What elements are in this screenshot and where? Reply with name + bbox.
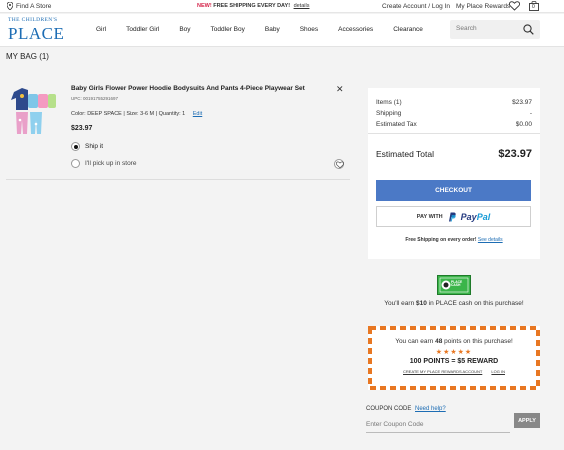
reward-stars-icon: ★★★★★ (435, 349, 473, 356)
coupon-code-input[interactable]: Enter Coupon Code (366, 416, 510, 433)
product-thumbnail-icon (11, 88, 56, 134)
search-placeholder: Search (456, 25, 477, 32)
points-earn-text: You can earn 48 points on this purchase! (368, 338, 540, 345)
promo-new-label: NEW! (197, 3, 212, 9)
search-icon[interactable] (523, 24, 534, 35)
paypal-prefix: PAY WITH (416, 213, 443, 220)
nav-item-accessories[interactable]: Accessories (338, 26, 373, 33)
logo[interactable]: THE CHILDREN'S PLACE (8, 17, 65, 43)
product-attributes: Color: DEEP SPACE | Size: 3-6 M | Quanti… (71, 111, 202, 117)
paypal-pay-text: Pay (460, 211, 477, 222)
logo-top-text: THE CHILDREN'S (8, 17, 58, 23)
product-image[interactable] (8, 84, 58, 136)
nav-item-shoes[interactable]: Shoes (300, 26, 318, 33)
nav-item-clearance[interactable]: Clearance (393, 26, 423, 33)
points-earn-suffix: points on this purchase! (442, 338, 513, 345)
tax-label: Estimated Tax (376, 121, 417, 128)
promo-text: FREE SHIPPING EVERY DAY! (213, 3, 291, 9)
account-link[interactable]: Create Account / Log In (382, 3, 450, 10)
paypal-icon (448, 212, 456, 221)
heart-icon (508, 1, 521, 11)
edit-item-link[interactable]: Edit (193, 111, 202, 117)
points-earn-prefix: You can earn (395, 338, 436, 345)
summary-items-row: Items (1) $23.97 (376, 99, 532, 106)
find-store-label: Find A Store (16, 2, 52, 10)
apply-coupon-button[interactable]: APPLY (514, 413, 540, 428)
product-title[interactable]: Baby Girls Flower Power Hoodie Bodysuits… (71, 85, 305, 92)
ship-it-label: Ship it (85, 143, 104, 150)
utility-bar: Find A Store NEW! FREE SHIPPING EVERY DA… (0, 0, 564, 13)
find-store-link[interactable]: Find A Store (7, 2, 51, 10)
favorites-button[interactable] (508, 1, 521, 13)
rewards-login-link[interactable]: LOG IN (491, 369, 505, 374)
pickup-radio[interactable] (71, 159, 80, 168)
pickup-option[interactable]: I'll pick up in store (71, 159, 136, 168)
rewards-link[interactable]: My Place Rewards (456, 3, 510, 10)
points-reward-text: 100 POINTS = $5 REWARD (409, 358, 499, 365)
item-price: $23.97 (71, 125, 93, 132)
nav-item-toddler-girl[interactable]: Toddler Girl (126, 26, 159, 33)
summary-divider (368, 133, 540, 134)
logo-bottom-text: PLACE (8, 23, 65, 43)
bag-count: 0 (532, 4, 535, 10)
free-shipping-note: Free Shipping on every order! See detail… (368, 237, 540, 243)
tax-value: $0.00 (515, 121, 532, 128)
estimated-total-row: Estimated Total $23.97 (376, 148, 532, 160)
paypal-button[interactable]: PAY WITH PayPal (376, 206, 531, 227)
coupon-placeholder: Enter Coupon Code (366, 421, 424, 428)
place-cash-badge: PLACE CASH (437, 275, 471, 295)
items-label: Items (1) (376, 99, 402, 106)
cash-amount: $10 (416, 300, 427, 307)
cash-text-prefix: You'll earn (384, 300, 417, 307)
attributes-text: Color: DEEP SPACE | Size: 3-6 M | Quanti… (71, 111, 186, 117)
total-value: $23.97 (498, 148, 532, 160)
nav-item-girl[interactable]: Girl (96, 26, 106, 33)
coupon-help-link[interactable]: Need help? (415, 406, 446, 412)
free-shipping-text: Free Shipping on every order! (405, 237, 477, 243)
create-rewards-account-link[interactable]: CREATE MY PLACE REWARDS ACCOUNT (403, 369, 482, 374)
place-cash-badge-text: PLACE CASH (451, 280, 463, 288)
total-label: Estimated Total (376, 149, 434, 159)
promo-banner: NEW! FREE SHIPPING EVERY DAY! details (197, 3, 309, 9)
coupon-label: COUPON CODE Need help? (366, 406, 446, 412)
ship-it-option[interactable]: Ship it (71, 142, 103, 151)
nav-item-boy[interactable]: Boy (179, 26, 190, 33)
points-links: CREATE MY PLACE REWARDS ACCOUNT LOG IN (368, 369, 540, 374)
page-title: MY BAG (1) (6, 52, 49, 61)
summary-shipping-row: Shipping - (376, 110, 532, 117)
bag-button[interactable]: 0 (529, 1, 539, 11)
location-pin-icon (7, 2, 13, 10)
product-upc: UPC: 00191755291697 (71, 96, 119, 101)
main-header: THE CHILDREN'S PLACE Girl Toddler Girl B… (0, 14, 564, 47)
nav-item-toddler-boy[interactable]: Toddler Boy (211, 26, 245, 33)
heart-icon (335, 161, 344, 168)
checkout-button[interactable]: CHECKOUT (376, 180, 531, 201)
paypal-logo-text: PayPal (461, 212, 491, 222)
order-summary: Items (1) $23.97 Shipping - Estimated Ta… (368, 88, 540, 259)
summary-tax-row: Estimated Tax $0.00 (376, 121, 532, 128)
rewards-points-box: You can earn 48 points on this purchase!… (368, 326, 540, 390)
main-nav: Girl Toddler Girl Boy Toddler Boy Baby S… (96, 26, 443, 33)
pickup-label: I'll pick up in store (85, 160, 137, 167)
paypal-pal-text: Pal (476, 211, 491, 222)
search-input[interactable]: Search (450, 20, 540, 39)
promo-details-link[interactable]: details (294, 3, 310, 9)
coupon-label-text: COUPON CODE (366, 406, 412, 412)
items-value: $23.97 (512, 99, 532, 106)
shipping-label: Shipping (376, 110, 402, 117)
ship-it-radio[interactable] (71, 142, 80, 151)
nav-item-baby[interactable]: Baby (265, 26, 280, 33)
cart-item: Baby Girls Flower Power Hoodie Bodysuits… (6, 76, 350, 180)
remove-item-button[interactable]: ✕ (336, 84, 344, 95)
cash-text-suffix: in PLACE cash on this purchase! (426, 300, 524, 307)
shipping-value: - (529, 110, 532, 117)
save-for-later-button[interactable] (334, 159, 344, 169)
place-cash-text: You'll earn $10 in PLACE cash on this pu… (368, 300, 540, 307)
see-details-link[interactable]: See details (478, 237, 503, 243)
